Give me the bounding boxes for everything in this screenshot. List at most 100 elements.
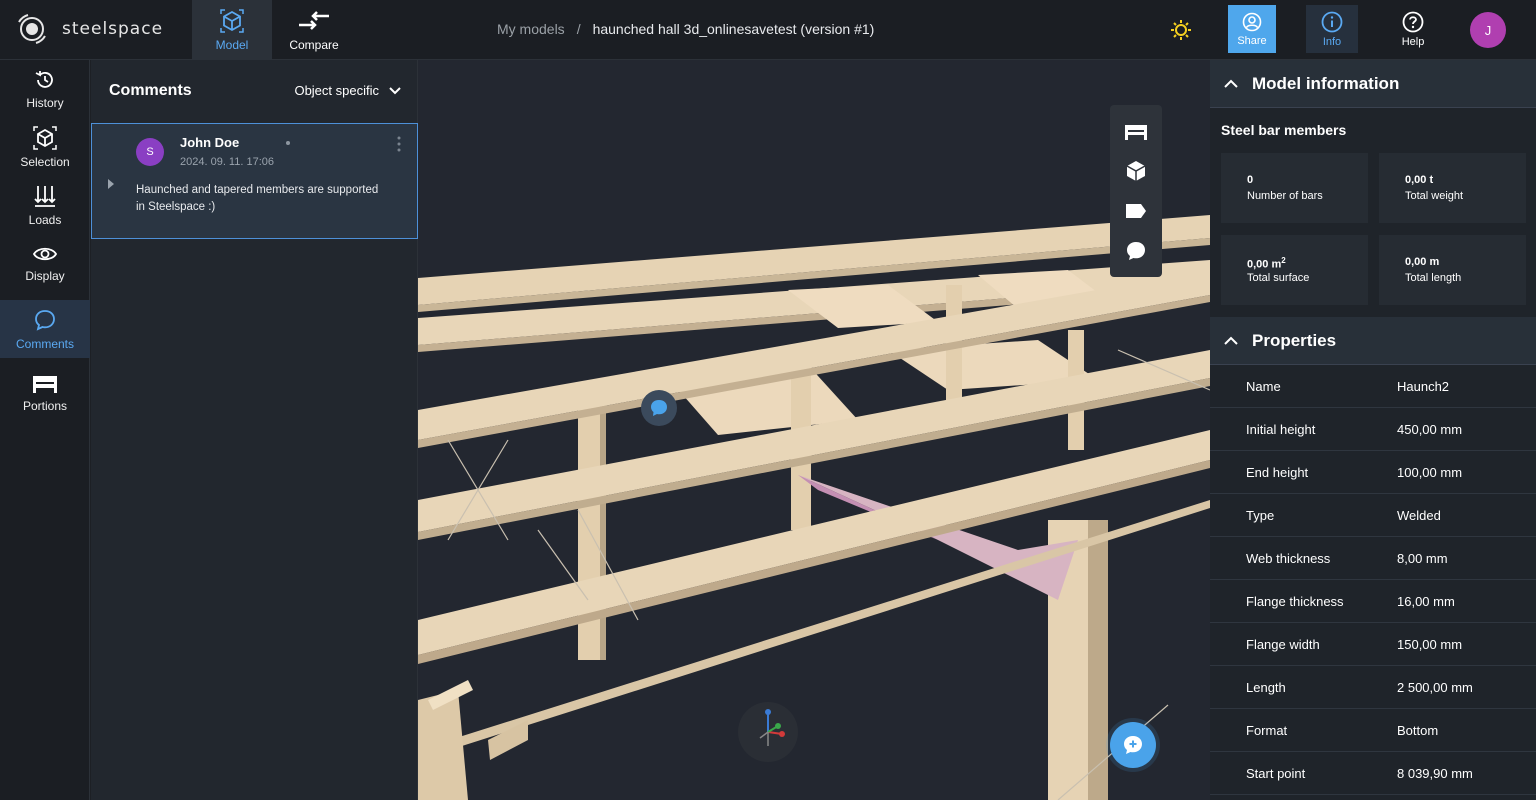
share-button[interactable]: Share [1228, 5, 1276, 53]
info-button[interactable]: Info [1306, 5, 1358, 53]
breadcrumb-root[interactable]: My models [497, 21, 565, 37]
help-icon [1402, 11, 1424, 32]
property-value: 8,00 mm [1397, 551, 1448, 566]
comment-author: John Doe [180, 135, 240, 150]
properties-header[interactable]: Properties [1210, 317, 1536, 365]
property-row: Start point 8 039,90 mm [1210, 752, 1536, 795]
comment-menu-button[interactable] [397, 136, 401, 157]
property-value: 450,00 mm [1397, 422, 1463, 437]
property-value: 150,00 mm [1397, 637, 1463, 652]
stat-label: Total surface [1247, 272, 1310, 284]
history-icon [35, 70, 53, 88]
stat-label: Number of bars [1247, 190, 1323, 202]
portions-view-button[interactable] [1110, 111, 1162, 151]
property-value: Bottom [1397, 723, 1439, 738]
cube-icon [1126, 161, 1146, 181]
property-value: 16,00 mm [1397, 594, 1455, 609]
sidebar-item-label: Portions [22, 398, 68, 413]
property-row: End height 100,00 mm [1210, 451, 1536, 494]
tab-compare-label: Compare [289, 37, 339, 52]
breadcrumb: My models / haunched hall 3d_onlinesavet… [497, 21, 874, 37]
right-info-panel: Model information Steel bar members 0 Nu… [1210, 60, 1536, 800]
sidebar-item-loads[interactable]: Loads [0, 176, 90, 234]
help-button[interactable]: Help [1390, 5, 1436, 53]
stat-card: 0,00 t Total weight [1379, 153, 1526, 223]
property-name: Length [1246, 680, 1286, 695]
comment-avatar: S [136, 138, 164, 166]
property-row: Name Haunch2 [1210, 365, 1536, 408]
stat-value: 0 [1247, 174, 1254, 186]
eye-icon [33, 247, 57, 260]
sidebar-item-comments[interactable]: Comments [0, 300, 90, 358]
property-name: Flange thickness [1246, 594, 1344, 609]
add-comment-button[interactable] [1110, 722, 1156, 768]
property-row: Type Welded [1210, 494, 1536, 537]
comments-title: Comments [109, 82, 192, 99]
comment-pin[interactable] [641, 390, 677, 426]
chevron-up-icon [1224, 336, 1238, 345]
comment-item[interactable]: S John Doe 2024. 09. 11. 17:06 Haunched … [91, 123, 418, 239]
tab-compare[interactable]: Compare [282, 0, 346, 60]
comments-filter-value: Object specific [294, 83, 379, 98]
stat-value: 0,00 m [1405, 256, 1440, 268]
add-comment-icon [1124, 736, 1142, 754]
comment-expand-toggle[interactable] [108, 176, 114, 194]
more-vertical-icon [397, 136, 401, 152]
left-sidebar: History Selection Loads Display Comments… [0, 60, 90, 800]
sidebar-item-label: Selection [20, 154, 70, 169]
model-info-header[interactable]: Model information [1210, 60, 1536, 108]
theme-toggle[interactable] [1170, 19, 1192, 46]
comments-filter-dropdown[interactable]: Object specific [294, 83, 401, 98]
3d-viewport[interactable] [418, 60, 1210, 800]
stat-label: Total weight [1405, 190, 1464, 202]
sun-icon [1171, 20, 1191, 40]
sidebar-item-label: Comments [15, 336, 74, 351]
comments-panel: Comments Object specific S John Doe 2024… [91, 60, 418, 800]
model-info-title: Model information [1252, 73, 1400, 93]
steel-structure-render [418, 215, 1210, 800]
property-row: Flange thickness 16,00 mm [1210, 580, 1536, 623]
user-avatar[interactable]: J [1470, 12, 1506, 48]
sidebar-item-display[interactable]: Display [0, 234, 90, 292]
cube-view-button[interactable] [1110, 151, 1162, 191]
caret-right-icon [108, 179, 114, 189]
sidebar-item-label: History [26, 95, 64, 110]
breadcrumb-separator: / [576, 21, 581, 37]
sidebar-item-portions[interactable]: Portions [0, 363, 90, 421]
info-label: Info [1322, 35, 1342, 48]
property-value: 100,00 mm [1397, 465, 1463, 480]
compare-arrows-icon [299, 10, 329, 30]
selection-cube-icon [33, 125, 57, 150]
axis-gizmo[interactable] [738, 702, 798, 762]
label-button[interactable] [1110, 191, 1162, 231]
sidebar-item-history[interactable]: History [0, 60, 90, 118]
property-name: Start point [1246, 766, 1306, 781]
app-logo[interactable]: steelspace [16, 13, 163, 45]
property-name: Format [1246, 723, 1288, 738]
property-name: Flange width [1246, 637, 1320, 652]
top-bar: steelspace Model Compare My models / hau… [0, 0, 1536, 60]
help-label: Help [1401, 35, 1425, 48]
comments-view-button[interactable] [1110, 231, 1162, 271]
steelspace-logo-icon [18, 14, 46, 44]
sidebar-item-selection[interactable]: Selection [0, 118, 90, 176]
chevron-down-icon [389, 86, 401, 94]
tab-model-label: Model [215, 37, 249, 52]
property-name: Name [1246, 379, 1281, 394]
property-name: Web thickness [1246, 551, 1331, 566]
app-name: steelspace [62, 19, 164, 39]
tab-model[interactable]: Model [192, 0, 272, 60]
property-value: 8 039,90 mm [1397, 766, 1473, 781]
viewport-toolbar [1110, 105, 1162, 277]
comment-bubble-icon [651, 400, 667, 416]
loads-arrows-icon [34, 185, 56, 207]
property-name: End height [1246, 465, 1309, 480]
stat-card: 0,00 m2 Total surface [1221, 235, 1368, 305]
comment-text: Haunched and tapered members are support… [136, 184, 379, 213]
stat-value: 0,00 t [1405, 174, 1434, 186]
property-row: Length 2 500,00 mm [1210, 666, 1536, 709]
model-info-subtitle: Steel bar members [1221, 122, 1347, 138]
comment-date: 2024. 09. 11. 17:06 [180, 156, 274, 168]
share-label: Share [1237, 34, 1267, 47]
breadcrumb-current: haunched hall 3d_onlinesavetest (version… [592, 21, 875, 37]
